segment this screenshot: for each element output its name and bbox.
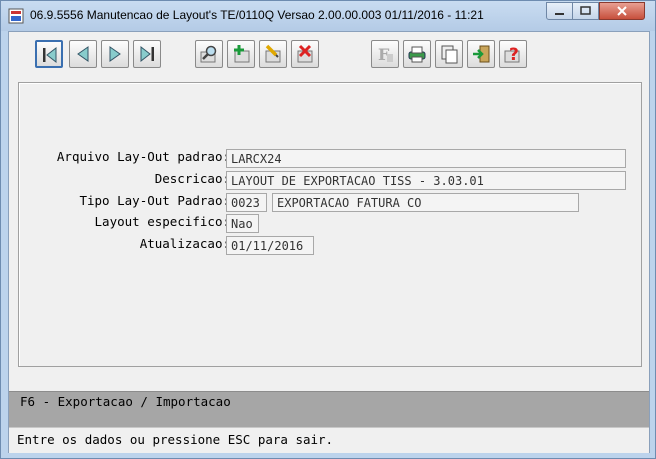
maximize-button[interactable] bbox=[572, 2, 599, 20]
title-bar[interactable]: 06.9.5556 Manutencao de Layout's TE/0110… bbox=[1, 1, 655, 31]
form-panel: Arquivo Lay-Out padrao: LARCX24 Descrica… bbox=[18, 82, 642, 367]
descricao-label: Descricao: bbox=[154, 171, 230, 186]
exit-button[interactable] bbox=[467, 40, 495, 68]
arquivo-label: Arquivo Lay-Out padrao: bbox=[56, 149, 230, 164]
tipo-label: Tipo Lay-Out Padrao: bbox=[79, 193, 230, 208]
app-icon bbox=[8, 8, 24, 24]
function-key-hint: F6 - Exportacao / Importacao bbox=[20, 394, 231, 409]
last-record-button[interactable] bbox=[133, 40, 161, 68]
tipo-code-field[interactable]: 0023 bbox=[226, 193, 267, 212]
first-record-button[interactable] bbox=[35, 40, 63, 68]
last-icon bbox=[140, 45, 154, 63]
close-button[interactable] bbox=[599, 2, 645, 20]
printer-icon bbox=[408, 46, 426, 63]
svg-text:?: ? bbox=[509, 45, 519, 64]
function-key-bar: F6 - Exportacao / Importacao bbox=[9, 391, 649, 427]
help-button[interactable]: ? bbox=[499, 40, 527, 68]
next-record-button[interactable] bbox=[101, 40, 129, 68]
application-window: 06.9.5556 Manutencao de Layout's TE/0110… bbox=[0, 0, 656, 459]
edit-button[interactable] bbox=[259, 40, 287, 68]
help-icon: ? bbox=[504, 45, 520, 64]
plus-icon bbox=[234, 45, 250, 63]
close-icon bbox=[617, 6, 627, 16]
delete-button[interactable] bbox=[291, 40, 319, 68]
x-icon bbox=[297, 44, 313, 63]
atualizacao-field[interactable]: 01/11/2016 bbox=[226, 236, 314, 255]
toolbar: F ? bbox=[9, 32, 649, 80]
previous-icon bbox=[77, 46, 89, 62]
first-icon bbox=[43, 46, 57, 64]
next-icon bbox=[109, 46, 121, 62]
door-icon bbox=[473, 45, 490, 63]
print-button[interactable] bbox=[403, 40, 431, 68]
f-icon: F bbox=[378, 45, 393, 64]
previous-record-button[interactable] bbox=[69, 40, 97, 68]
insert-button[interactable] bbox=[227, 40, 255, 68]
magnifier-icon bbox=[200, 45, 217, 63]
atualizacao-label: Atualizacao: bbox=[139, 236, 230, 251]
pencil-icon bbox=[265, 44, 281, 63]
search-button[interactable] bbox=[195, 40, 223, 68]
descricao-field[interactable]: LAYOUT DE EXPORTACAO TISS - 3.03.01 bbox=[226, 171, 626, 190]
copy-button[interactable] bbox=[435, 40, 463, 68]
arquivo-field[interactable]: LARCX24 bbox=[226, 149, 626, 168]
minimize-icon bbox=[555, 13, 564, 15]
window-title: 06.9.5556 Manutencao de Layout's TE/0110… bbox=[30, 8, 484, 22]
copy-icon bbox=[441, 45, 458, 64]
minimize-button[interactable] bbox=[546, 2, 573, 20]
maximize-icon bbox=[580, 6, 591, 15]
status-bar: Entre os dados ou pressione ESC para sai… bbox=[9, 427, 649, 453]
function-button[interactable]: F bbox=[371, 40, 399, 68]
tipo-description-field: EXPORTACAO FATURA CO bbox=[272, 193, 579, 212]
client-area: F ? Arquivo Lay-Out padrao: LARCX24 Desc… bbox=[8, 31, 650, 453]
especifico-label: Layout especifico: bbox=[94, 214, 230, 229]
status-message: Entre os dados ou pressione ESC para sai… bbox=[17, 432, 334, 447]
especifico-field[interactable]: Nao bbox=[226, 214, 259, 233]
